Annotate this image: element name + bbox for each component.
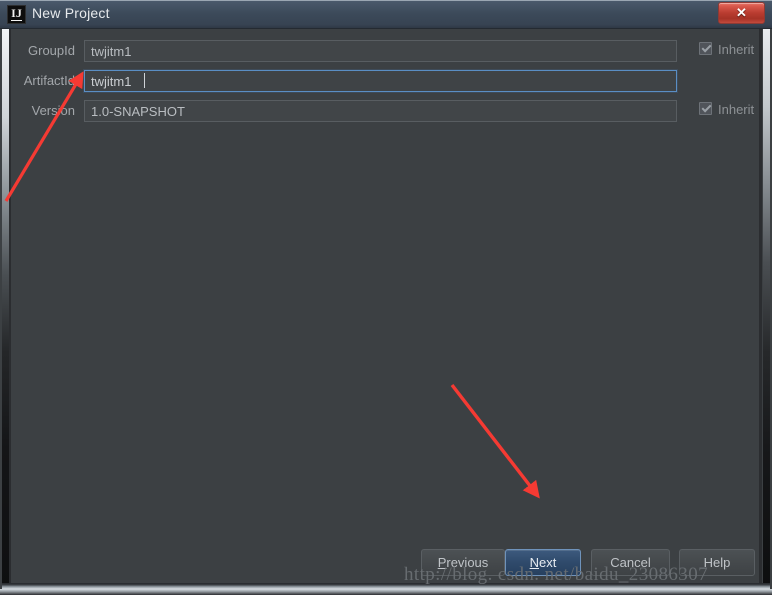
artifactid-label: ArtifactId <box>23 73 75 88</box>
window-left-edge-inner <box>9 28 11 588</box>
dialog-content: GroupId twjitm1 Inherit ArtifactId twjit… <box>11 29 759 583</box>
artifactid-input[interactable]: twjitm1 <box>84 70 677 92</box>
text-cursor <box>144 73 145 88</box>
window-bottom-edge-outer <box>0 589 772 595</box>
groupid-label: GroupId <box>28 43 75 58</box>
form-row-groupid: GroupId twjitm1 Inherit <box>11 40 759 62</box>
title-bar: IJ New Project ✕ <box>0 0 772 29</box>
intellij-idea-icon: IJ <box>7 5 26 24</box>
version-input[interactable]: 1.0-SNAPSHOT <box>84 100 677 122</box>
version-label: Version <box>31 103 75 118</box>
window-title: New Project <box>32 5 110 21</box>
groupid-inherit-label: Inherit <box>718 42 755 57</box>
window-left-edge <box>2 28 9 588</box>
version-inherit-label: Inherit <box>718 102 755 117</box>
groupid-input[interactable]: twjitm1 <box>84 40 677 62</box>
form-row-artifactid: ArtifactId twjitm1 <box>11 70 759 92</box>
new-project-dialog-window: IJ New Project ✕ GroupId twjitm1 Inherit… <box>0 0 772 595</box>
window-right-edge <box>763 28 770 588</box>
close-icon: ✕ <box>736 5 747 20</box>
form-row-version: Version 1.0-SNAPSHOT Inherit <box>11 100 759 122</box>
groupid-inherit-checkbox[interactable] <box>699 42 712 55</box>
watermark-text: http://blog. csdn. net/baidu_23086307 <box>404 564 709 585</box>
window-right-edge-inner <box>759 28 762 588</box>
close-button[interactable]: ✕ <box>718 2 765 24</box>
version-inherit-checkbox[interactable] <box>699 102 712 115</box>
